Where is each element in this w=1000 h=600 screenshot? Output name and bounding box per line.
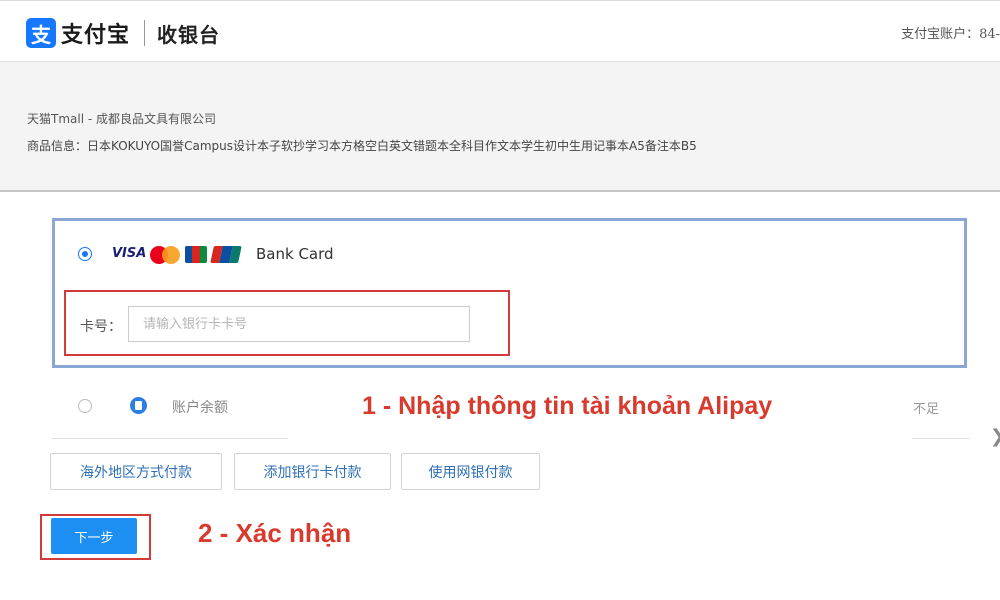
annotation-step2: 2 - Xác nhận xyxy=(198,518,352,548)
overseas-payment-button[interactable]: 海外地区方式付款 xyxy=(50,453,222,490)
online-banking-button[interactable]: 使用网银付款 xyxy=(401,453,540,490)
top-bar: 支 支付宝 收银台 支付宝账户：84- xyxy=(0,0,1000,62)
alipay-logo-icon: 支 xyxy=(26,18,56,48)
bank-card-label: Bank Card xyxy=(256,245,334,263)
account-info: 支付宝账户：84- xyxy=(901,27,1000,42)
merchant-name: 天猫Tmall - 成都良品文具有限公司 xyxy=(27,112,217,126)
balance-radio[interactable] xyxy=(78,399,92,413)
page-title: 收银台 xyxy=(157,22,221,47)
order-info-panel: 天猫Tmall - 成都良品文具有限公司 商品信息：日本KOKUYO国誉Camp… xyxy=(0,62,1000,192)
unionpay-icon xyxy=(210,246,242,263)
divider-left xyxy=(52,438,288,439)
card-number-label: 卡号： xyxy=(80,319,122,335)
balance-label: 账户余额 xyxy=(172,400,228,416)
add-bank-card-button[interactable]: 添加银行卡付款 xyxy=(234,453,391,490)
mastercard-icon xyxy=(150,246,180,264)
annotation-step1: 1 - Nhập thông tin tài khoản Alipay xyxy=(362,392,773,420)
balance-status: 不足 xyxy=(913,402,940,417)
alipay-logo[interactable]: 支 支付宝 收银台 xyxy=(26,17,220,49)
jcb-icon xyxy=(185,246,207,263)
next-step-button[interactable]: 下一步 xyxy=(51,518,137,554)
bank-card-radio[interactable] xyxy=(78,247,92,261)
card-number-input[interactable] xyxy=(128,306,470,342)
goods-info: 商品信息：日本KOKUYO国誉Campus设计本子软抄学习本方格空白英文错题本全… xyxy=(27,139,697,153)
logo-divider xyxy=(144,20,146,46)
chevron-right-icon[interactable]: ❯ xyxy=(990,426,1000,447)
visa-icon: VISA xyxy=(112,246,147,261)
brand-name: 支付宝 xyxy=(61,23,131,48)
wallet-balance-icon xyxy=(130,397,147,414)
divider-right xyxy=(912,438,970,439)
